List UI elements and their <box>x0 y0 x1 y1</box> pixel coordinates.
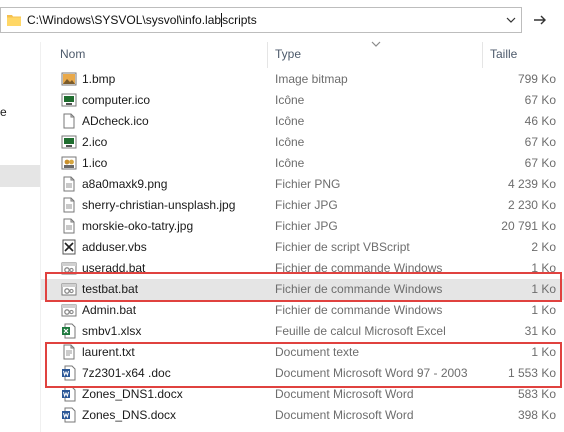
file-size: 67 Ko <box>524 135 556 149</box>
file-name: Zones_DNS.docx <box>82 408 177 422</box>
column-headers: Nom Type Taille <box>41 42 564 68</box>
file-size: 799 Ko <box>517 72 556 86</box>
file-row[interactable]: 1.ico Icône 67 Ko <box>41 153 564 174</box>
file-name: computer.ico <box>82 93 151 107</box>
file-type: Document Microsoft Word <box>275 408 414 422</box>
address-path: C:\Windows\SYSVOL\sysvol\info.labscripts <box>27 12 257 28</box>
file-name: adduser.vbs <box>82 240 147 254</box>
excel-file-icon <box>62 323 76 339</box>
address-bar-area: C:\Windows\SYSVOL\sysvol\info.labscripts <box>0 0 564 42</box>
file-type: Icône <box>275 93 305 107</box>
file-size: 31 Ko <box>524 324 556 338</box>
file-type: Image bitmap <box>275 72 348 86</box>
file-size: 20 791 Ko <box>501 219 556 233</box>
file-type: Fichier JPG <box>275 219 338 233</box>
file-name: a8a0maxk9.png <box>82 177 168 191</box>
file-size: 398 Ko <box>517 408 556 422</box>
file-row[interactable]: ADcheck.ico Icône 46 Ko <box>41 111 564 132</box>
file-row[interactable]: 1.bmp Image bitmap 799 Ko <box>41 69 564 90</box>
file-type: Fichier de commande Windows <box>275 303 443 317</box>
column-divider[interactable] <box>267 42 268 68</box>
image-file-icon <box>63 197 75 213</box>
file-size: 2 230 Ko <box>507 198 556 212</box>
file-size: 2 Ko <box>531 240 556 254</box>
blank-file-icon <box>63 113 75 129</box>
file-type: Feuille de calcul Microsoft Excel <box>275 324 446 338</box>
file-type: Icône <box>275 156 305 170</box>
chevron-down-icon[interactable] <box>505 14 517 26</box>
word-file-icon <box>62 386 76 402</box>
file-row[interactable]: morskie-oko-tatry.jpg Fichier JPG 20 791 K… <box>41 216 564 237</box>
file-type: Icône <box>275 135 305 149</box>
file-name: 1.bmp <box>82 72 116 86</box>
computer-ico-icon <box>61 135 77 149</box>
file-name: ADcheck.ico <box>82 114 149 128</box>
arrow-right-icon <box>534 15 546 25</box>
vbscript-icon <box>62 239 76 255</box>
go-button[interactable] <box>527 8 553 32</box>
bitmap-icon <box>61 72 77 86</box>
highlight-box-testbat <box>45 272 562 302</box>
image-file-icon <box>63 218 75 234</box>
navigation-pane: e <box>0 42 40 432</box>
users-ico-icon <box>61 156 77 170</box>
word-file-icon <box>62 407 76 423</box>
file-name: 1.ico <box>82 156 108 170</box>
file-row[interactable]: Admin.bat Fichier de commande Windows 1 Ko <box>41 300 564 321</box>
file-row[interactable]: computer.ico Icône 67 Ko <box>41 90 564 111</box>
column-header-size[interactable]: Taille <box>490 47 517 61</box>
nav-item-selected[interactable] <box>0 165 40 187</box>
batch-file-icon <box>61 304 77 317</box>
file-type: Icône <box>275 114 305 128</box>
column-divider[interactable] <box>482 42 483 68</box>
column-header-type[interactable]: Type <box>275 47 301 61</box>
address-bar[interactable]: C:\Windows\SYSVOL\sysvol\info.labscripts <box>0 7 522 33</box>
file-name: Zones_DNS1.docx <box>82 387 183 401</box>
highlight-box-laurent-doc <box>45 342 562 388</box>
file-name: 2.ico <box>82 135 108 149</box>
file-row[interactable]: smbv1.xlsx Feuille de calcul Microsoft Ex… <box>41 321 564 342</box>
file-row[interactable]: sherry-christian-unsplash.jpg Fichier JPG… <box>41 195 564 216</box>
file-size: 4 239 Ko <box>507 177 556 191</box>
file-type: Fichier de script VBScript <box>275 240 410 254</box>
file-name: smbv1.xlsx <box>82 324 142 338</box>
file-size: 46 Ko <box>524 114 556 128</box>
file-size: 583 Ko <box>517 387 556 401</box>
file-row[interactable]: Zones_DNS.docx Document Microsoft Word 398… <box>41 405 564 426</box>
file-row[interactable]: adduser.vbs Fichier de script VBScript 2 K… <box>41 237 564 258</box>
file-size: 1 Ko <box>531 303 556 317</box>
computer-ico-icon <box>61 93 77 107</box>
file-row[interactable]: a8a0maxk9.png Fichier PNG 4 239 Ko <box>41 174 564 195</box>
file-name: morskie-oko-tatry.jpg <box>82 219 194 233</box>
file-type: Fichier PNG <box>275 177 341 191</box>
nav-item-label[interactable]: e <box>0 105 7 119</box>
file-name: sherry-christian-unsplash.jpg <box>82 198 236 212</box>
image-file-icon <box>63 176 75 192</box>
file-name: Admin.bat <box>82 303 137 317</box>
file-size: 67 Ko <box>524 93 556 107</box>
column-header-name[interactable]: Nom <box>60 47 85 61</box>
file-type: Fichier JPG <box>275 198 338 212</box>
file-row[interactable]: 2.ico Icône 67 Ko <box>41 132 564 153</box>
folder-icon <box>7 15 21 26</box>
file-type: Document Microsoft Word <box>275 387 414 401</box>
file-size: 67 Ko <box>524 156 556 170</box>
